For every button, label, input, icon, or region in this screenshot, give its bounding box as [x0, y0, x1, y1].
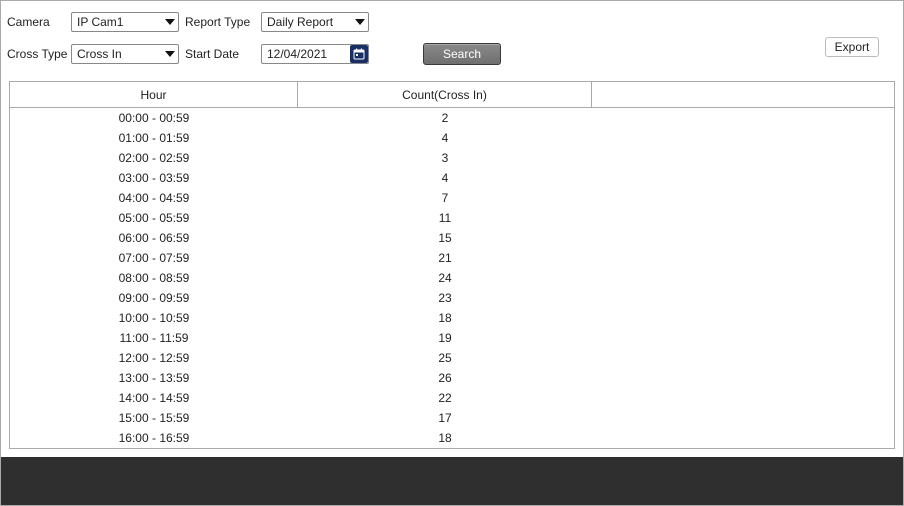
cross-type-label: Cross Type	[7, 47, 65, 61]
cell-count: 18	[298, 431, 592, 445]
cell-count: 23	[298, 291, 592, 305]
cell-count: 21	[298, 251, 592, 265]
table-row[interactable]: 00:00 - 00:592	[10, 108, 894, 128]
camera-label: Camera	[7, 15, 65, 29]
cell-hour: 05:00 - 05:59	[10, 211, 298, 225]
cell-hour: 00:00 - 00:59	[10, 111, 298, 125]
cell-count: 15	[298, 231, 592, 245]
cell-hour: 13:00 - 13:59	[10, 371, 298, 385]
search-button[interactable]: Search	[423, 43, 501, 65]
cell-count: 4	[298, 131, 592, 145]
cell-count: 7	[298, 191, 592, 205]
start-date-input[interactable]: 12/04/2021	[261, 44, 369, 64]
start-date-value: 12/04/2021	[267, 47, 350, 61]
table-row[interactable]: 03:00 - 03:594	[10, 168, 894, 188]
table-row[interactable]: 05:00 - 05:5911	[10, 208, 894, 228]
table-body[interactable]: 00:00 - 00:59201:00 - 01:59402:00 - 02:5…	[10, 108, 894, 448]
export-button[interactable]: Export	[825, 37, 879, 57]
cell-hour: 03:00 - 03:59	[10, 171, 298, 185]
cell-hour: 08:00 - 08:59	[10, 271, 298, 285]
chevron-down-icon	[162, 45, 178, 63]
cell-count: 18	[298, 311, 592, 325]
filter-row-2: Cross Type Cross In Start Date 12/04/202…	[7, 41, 897, 67]
table-header: Hour Count(Cross In)	[10, 82, 894, 108]
cell-count: 22	[298, 391, 592, 405]
app-root: Camera IP Cam1 Report Type Daily Report …	[0, 0, 904, 506]
report-type-label: Report Type	[185, 15, 255, 29]
table-row[interactable]: 08:00 - 08:5924	[10, 268, 894, 288]
cell-count: 11	[298, 211, 592, 225]
results-table: Hour Count(Cross In) 00:00 - 00:59201:00…	[9, 81, 895, 449]
table-row[interactable]: 12:00 - 12:5925	[10, 348, 894, 368]
table-row[interactable]: 09:00 - 09:5923	[10, 288, 894, 308]
cell-count: 3	[298, 151, 592, 165]
column-header-count: Count(Cross In)	[298, 82, 592, 108]
cell-hour: 06:00 - 06:59	[10, 231, 298, 245]
report-type-select[interactable]: Daily Report	[261, 12, 369, 32]
cell-count: 2	[298, 111, 592, 125]
calendar-icon[interactable]	[350, 45, 368, 63]
filter-row-1: Camera IP Cam1 Report Type Daily Report	[7, 9, 897, 35]
cell-hour: 11:00 - 11:59	[10, 331, 298, 345]
cell-hour: 14:00 - 14:59	[10, 391, 298, 405]
start-date-label: Start Date	[185, 47, 255, 61]
cell-hour: 16:00 - 16:59	[10, 431, 298, 445]
cross-type-select-value: Cross In	[77, 47, 162, 61]
report-type-select-value: Daily Report	[267, 15, 352, 29]
cell-hour: 02:00 - 02:59	[10, 151, 298, 165]
cell-hour: 10:00 - 10:59	[10, 311, 298, 325]
camera-select-value: IP Cam1	[77, 15, 162, 29]
table-row[interactable]: 07:00 - 07:5921	[10, 248, 894, 268]
table-row[interactable]: 16:00 - 16:5918	[10, 428, 894, 448]
cell-count: 19	[298, 331, 592, 345]
cell-count: 24	[298, 271, 592, 285]
cell-hour: 12:00 - 12:59	[10, 351, 298, 365]
chevron-down-icon	[162, 13, 178, 31]
search-button-label: Search	[443, 47, 481, 61]
footer-bar	[1, 457, 903, 505]
table-row[interactable]: 15:00 - 15:5917	[10, 408, 894, 428]
camera-select[interactable]: IP Cam1	[71, 12, 179, 32]
table-row[interactable]: 10:00 - 10:5918	[10, 308, 894, 328]
cell-hour: 15:00 - 15:59	[10, 411, 298, 425]
cell-hour: 07:00 - 07:59	[10, 251, 298, 265]
cross-type-select[interactable]: Cross In	[71, 44, 179, 64]
cell-count: 25	[298, 351, 592, 365]
filter-bar: Camera IP Cam1 Report Type Daily Report …	[1, 1, 903, 71]
cell-count: 17	[298, 411, 592, 425]
cell-hour: 04:00 - 04:59	[10, 191, 298, 205]
table-row[interactable]: 13:00 - 13:5926	[10, 368, 894, 388]
cell-count: 4	[298, 171, 592, 185]
table-row[interactable]: 04:00 - 04:597	[10, 188, 894, 208]
table-row[interactable]: 01:00 - 01:594	[10, 128, 894, 148]
table-row[interactable]: 02:00 - 02:593	[10, 148, 894, 168]
table-row[interactable]: 14:00 - 14:5922	[10, 388, 894, 408]
table-row[interactable]: 11:00 - 11:5919	[10, 328, 894, 348]
table-row[interactable]: 06:00 - 06:5915	[10, 228, 894, 248]
cell-hour: 01:00 - 01:59	[10, 131, 298, 145]
export-button-label: Export	[835, 40, 870, 54]
chevron-down-icon	[352, 13, 368, 31]
cell-hour: 09:00 - 09:59	[10, 291, 298, 305]
cell-count: 26	[298, 371, 592, 385]
column-header-hour: Hour	[10, 82, 298, 108]
